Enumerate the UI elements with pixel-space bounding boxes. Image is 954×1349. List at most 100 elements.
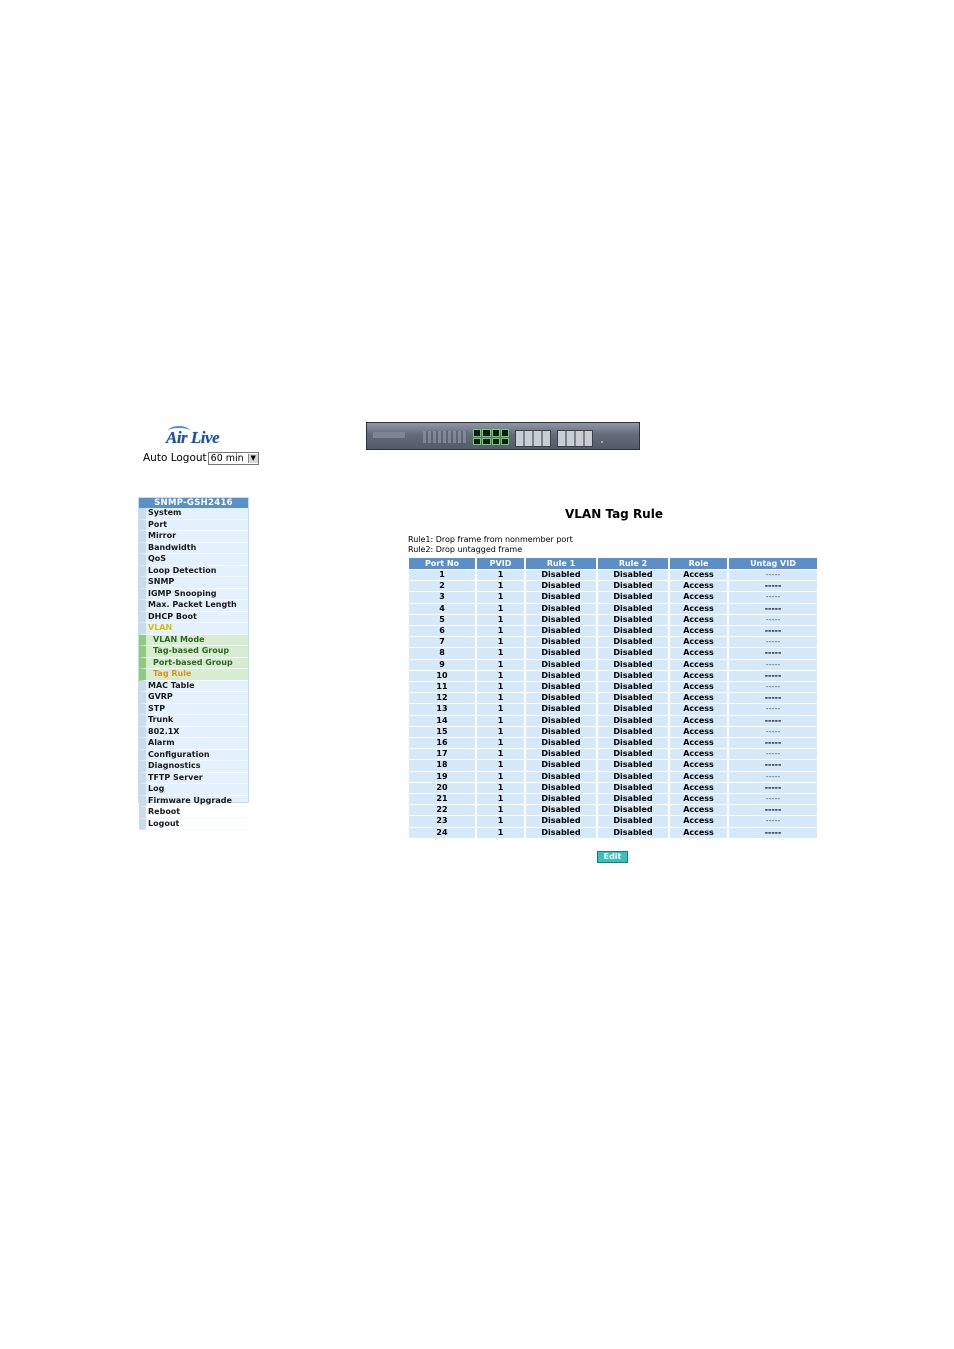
table-cell: Disabled <box>526 794 596 805</box>
sfp-ports-icon <box>515 430 551 447</box>
table-cell: Disabled <box>598 659 668 670</box>
column-header: Rule 1 <box>526 558 596 569</box>
sidebar-item-port[interactable]: Port <box>139 519 248 531</box>
table-cell: Disabled <box>526 659 596 670</box>
table-cell: Disabled <box>526 715 596 726</box>
table-row: 19 1 Disabled Disabled Access ----- <box>409 771 817 782</box>
table-cell: Disabled <box>526 626 596 637</box>
sidebar-item-system[interactable]: System <box>139 508 248 520</box>
table-cell: 14 <box>409 715 475 726</box>
table-row: 1 1 Disabled Disabled Access ----- <box>409 570 817 581</box>
sidebar-item-alarm[interactable]: Alarm <box>139 738 248 750</box>
table-cell: Disabled <box>598 827 668 838</box>
table-cell: ----- <box>729 570 817 581</box>
table-row: 6 1 Disabled Disabled Access ----- <box>409 626 817 637</box>
table-cell: 7 <box>409 637 475 648</box>
table-cell: Access <box>670 682 727 693</box>
table-cell: ----- <box>729 749 817 760</box>
table-cell: Disabled <box>526 648 596 659</box>
table-row: 9 1 Disabled Disabled Access ----- <box>409 659 817 670</box>
table-row: 5 1 Disabled Disabled Access ----- <box>409 614 817 626</box>
table-row: 13 1 Disabled Disabled Access ----- <box>409 704 817 715</box>
table-row: 4 1 Disabled Disabled Access ----- <box>409 603 817 614</box>
sidebar-item-tag-based-group[interactable]: Tag-based Group <box>139 646 248 658</box>
table-cell: Disabled <box>526 827 596 838</box>
table-header-row: Port No PVID Rule 1 Rule 2 Role Untag VID <box>409 558 817 569</box>
table-cell: 1 <box>477 648 524 659</box>
sidebar-item-stp[interactable]: STP <box>139 703 248 715</box>
table-cell: Access <box>670 715 727 726</box>
sidebar-item-802-1x[interactable]: 802.1X <box>139 726 248 738</box>
table-cell: Disabled <box>598 637 668 648</box>
sidebar-item-dhcp-boot[interactable]: DHCP Boot <box>139 611 248 623</box>
table-row: 11 1 Disabled Disabled Access ----- <box>409 682 817 693</box>
table-cell: 19 <box>409 771 475 782</box>
sidebar-item-snmp[interactable]: SNMP <box>139 577 248 589</box>
table-cell: Access <box>670 592 727 603</box>
table-cell: Disabled <box>526 614 596 626</box>
table-cell: 21 <box>409 794 475 805</box>
table-cell: Disabled <box>598 816 668 827</box>
sidebar-item-vlan-mode[interactable]: VLAN Mode <box>139 634 248 646</box>
table-cell: Access <box>670 626 727 637</box>
menu-header: SNMP-GSH2416 <box>139 498 248 508</box>
table-cell: Disabled <box>598 771 668 782</box>
table-cell: 1 <box>477 637 524 648</box>
table-row: 21 1 Disabled Disabled Access ----- <box>409 794 817 805</box>
table-cell: Disabled <box>598 726 668 738</box>
table-cell: Disabled <box>526 581 596 592</box>
table-cell: Disabled <box>526 592 596 603</box>
sidebar-item-mac-table[interactable]: MAC Table <box>139 680 248 692</box>
table-cell: Disabled <box>598 670 668 682</box>
column-header: Rule 2 <box>598 558 668 569</box>
panel-dot-icon <box>601 441 603 443</box>
table-cell: ----- <box>729 614 817 626</box>
table-cell: Disabled <box>598 704 668 715</box>
sidebar-item-max-packet-length[interactable]: Max. Packet Length <box>139 600 248 612</box>
table-cell: 1 <box>477 570 524 581</box>
column-header: Port No <box>409 558 475 569</box>
table-cell: 5 <box>409 614 475 626</box>
table-cell: Access <box>670 782 727 794</box>
sidebar-item-qos[interactable]: QoS <box>139 554 248 566</box>
chevron-down-icon[interactable]: ▼ <box>247 453 258 463</box>
table-cell: ----- <box>729 626 817 637</box>
sidebar-item-bandwidth[interactable]: Bandwidth <box>139 542 248 554</box>
auto-logout-value: 60 min <box>210 452 244 464</box>
table-cell: Disabled <box>526 760 596 771</box>
table-cell: Disabled <box>598 715 668 726</box>
table-row: 3 1 Disabled Disabled Access ----- <box>409 592 817 603</box>
sidebar-item-gvrp[interactable]: GVRP <box>139 692 248 704</box>
table-cell: 1 <box>477 805 524 816</box>
table-cell: Access <box>670 771 727 782</box>
sidebar-item-log[interactable]: Log <box>139 784 248 796</box>
table-cell: 1 <box>477 827 524 838</box>
table-cell: 24 <box>409 827 475 838</box>
sidebar-item-loop-detection[interactable]: Loop Detection <box>139 565 248 577</box>
edit-button[interactable]: Edit <box>597 851 628 863</box>
table-cell: Disabled <box>526 805 596 816</box>
sidebar-item-firmware-upgrade[interactable]: Firmware Upgrade <box>139 795 248 807</box>
sidebar-item-configuration[interactable]: Configuration <box>139 749 248 761</box>
table-cell: 15 <box>409 726 475 738</box>
sidebar-item-igmp-snooping[interactable]: IGMP Snooping <box>139 588 248 600</box>
auto-logout-select[interactable]: 60 min ▼ <box>207 451 259 465</box>
sidebar-item-trunk[interactable]: Trunk <box>139 715 248 727</box>
sidebar-item-mirror[interactable]: Mirror <box>139 531 248 543</box>
sidebar-item-logout[interactable]: Logout <box>139 818 248 830</box>
sidebar-item-port-based-group[interactable]: Port-based Group <box>139 657 248 669</box>
table-cell: Disabled <box>598 738 668 749</box>
sidebar-item-vlan[interactable]: VLAN <box>139 623 248 635</box>
table-cell: Access <box>670 693 727 704</box>
table-cell: Disabled <box>526 782 596 794</box>
sidebar-item-diagnostics[interactable]: Diagnostics <box>139 761 248 773</box>
table-row: 22 1 Disabled Disabled Access ----- <box>409 805 817 816</box>
table-cell: 1 <box>477 704 524 715</box>
table-cell: Access <box>670 749 727 760</box>
sidebar-item-reboot[interactable]: Reboot <box>139 807 248 819</box>
table-cell: Disabled <box>526 816 596 827</box>
sidebar-item-tag-rule[interactable]: Tag Rule <box>139 669 248 681</box>
table-cell: 1 <box>477 682 524 693</box>
sidebar-item-tftp-server[interactable]: TFTP Server <box>139 772 248 784</box>
table-row: 24 1 Disabled Disabled Access ----- <box>409 827 817 838</box>
